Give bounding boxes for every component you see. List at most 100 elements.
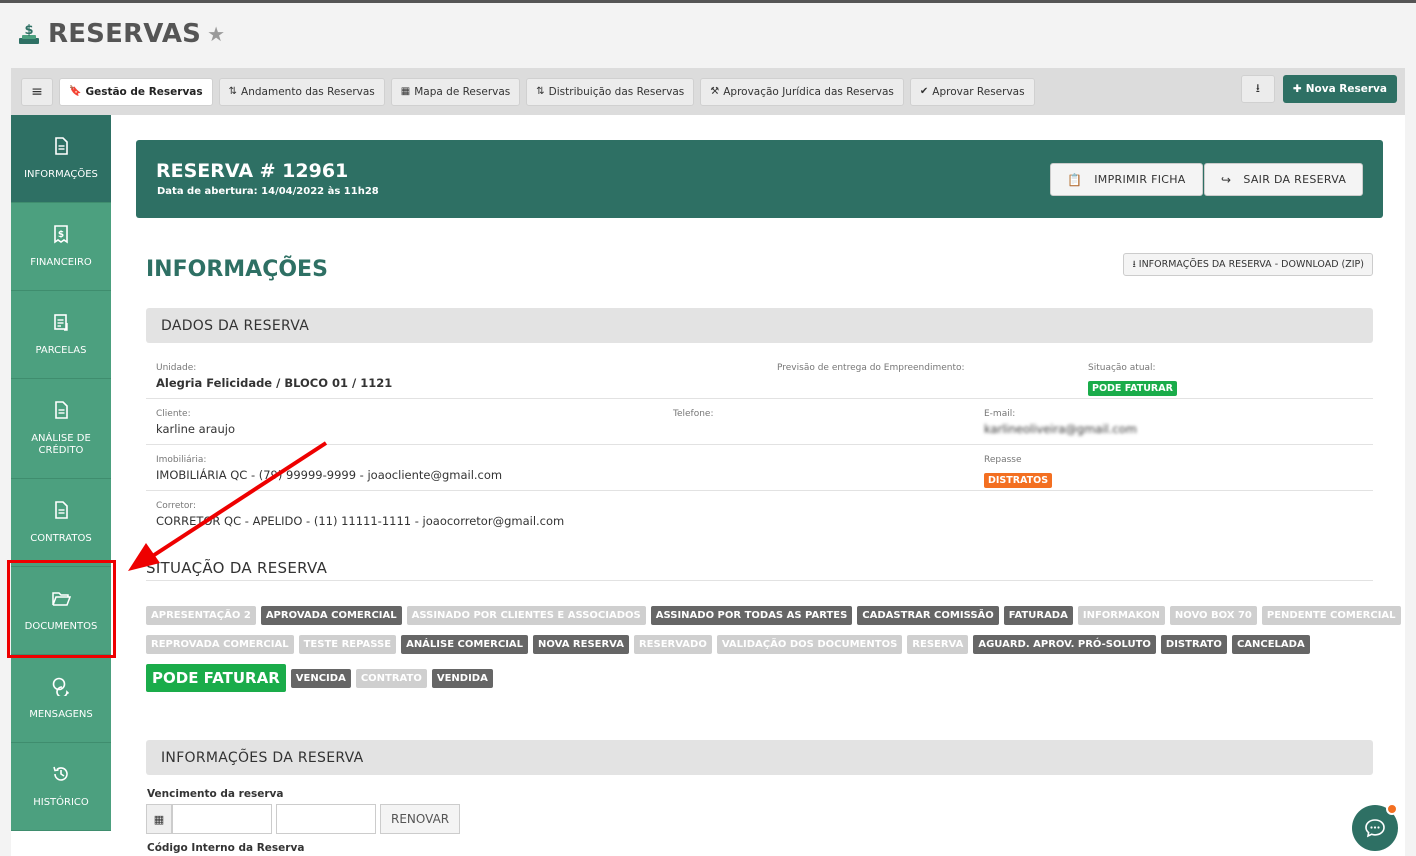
status-badge[interactable]: REPROVADA COMERCIAL (146, 635, 294, 654)
chat-icon (51, 676, 71, 709)
info-row: Corretor: CORRETOR QC - APELIDO - (11) 11… (146, 491, 1373, 537)
sort-icon: ⇅ (228, 86, 238, 97)
download-button[interactable]: ⭳ (1240, 75, 1275, 103)
sidebar-item-mensagens[interactable]: MENSAGENS (11, 655, 111, 743)
menu-toggle-button[interactable]: ≡ (21, 77, 53, 106)
tab-0[interactable]: 🔖 Gestão de Reservas (59, 77, 213, 106)
status-badge[interactable]: PENDENTE COMERCIAL (1261, 606, 1401, 625)
renovar-button[interactable]: RENOVAR (380, 804, 461, 834)
info-reserva-panel-header: INFORMAÇÕES DA RESERVA (146, 740, 1373, 775)
status-badge[interactable]: APRESENTAÇÃO 2 (146, 606, 256, 625)
notification-dot (1386, 803, 1398, 815)
check-icon: ✔ (919, 86, 929, 97)
exit-reserva-label: SAIR DA RESERVA (1243, 173, 1347, 186)
sidebar-item-informa-es[interactable]: INFORMAÇÕES (11, 115, 111, 203)
tab-5[interactable]: ✔ Aprovar Reservas (909, 77, 1035, 106)
imobiliaria-label: Imobiliária: (156, 455, 207, 465)
status-badge[interactable]: APROVADA COMERCIAL (260, 606, 402, 625)
favorite-star-icon[interactable]: ★ (207, 22, 225, 46)
info-row: Unidade: Alegria Felicidade / BLOCO 01 / … (146, 353, 1373, 399)
sidebar-item-financeiro[interactable]: $ FINANCEIRO (11, 203, 111, 291)
sidebar-item-parcelas[interactable]: PARCELAS (11, 291, 111, 379)
map-icon: ▦ (400, 86, 411, 97)
page-title: RESERVAS (48, 19, 202, 49)
status-badge[interactable]: CADASTRAR COMISSÃO (857, 606, 999, 625)
status-badge[interactable]: RESERVADO (633, 635, 712, 654)
reserva-title: RESERVA # 12961 (156, 160, 349, 182)
documentos-highlight-box (7, 560, 116, 658)
reserva-header: RESERVA # 12961 Data de abertura: 14/04/… (136, 140, 1383, 218)
tab-1[interactable]: ⇅ Andamento das Reservas (218, 77, 385, 106)
cliente-value: karline araujo (156, 422, 235, 436)
chat-icon (1365, 819, 1385, 838)
status-badge[interactable]: VENCIDA (290, 668, 351, 688)
sidebar-item-label: ANÁLISE DE CRÉDITO (31, 433, 91, 456)
corretor-label: Corretor: (156, 501, 196, 511)
status-badge[interactable]: ASSINADO POR TODAS AS PARTES (650, 606, 853, 625)
status-row: APRESENTAÇÃO 2 APROVADA COMERCIAL ASSINADO… (146, 606, 1401, 625)
tab-label: Aprovação Jurídica das Reservas (723, 85, 894, 98)
status-badge[interactable]: TESTE REPASSE (298, 635, 397, 654)
new-reserva-button[interactable]: ✚ Nova Reserva (1282, 75, 1397, 103)
status-badge[interactable]: VALIDAÇÃO DOS DOCUMENTOS (716, 635, 903, 654)
sidebar-item-label: CONTRATOS (30, 533, 92, 544)
download-icon: ⭳ (1132, 258, 1136, 270)
tab-label: Distribuição das Reservas (548, 85, 685, 98)
tab-2[interactable]: ▦ Mapa de Reservas (390, 77, 521, 106)
status-badge[interactable]: VENDIDA (431, 668, 493, 688)
status-badge[interactable]: ANÁLISE COMERCIAL (401, 635, 529, 654)
hamburger-icon: ≡ (31, 83, 43, 100)
sidebar-item-an-lise-de-cr-dito[interactable]: ANÁLISE DE CRÉDITO (11, 379, 111, 479)
info-row: Cliente: karline araujo Telefone: E-mail:… (146, 399, 1373, 445)
vencimento-date-input[interactable] (172, 804, 272, 834)
tab-4[interactable]: ⚒ Aprovação Jurídica das Reservas (700, 77, 904, 106)
print-ficha-label: IMPRIMIR FICHA (1094, 173, 1186, 186)
status-badge[interactable]: INFORMAKON (1077, 606, 1165, 625)
status-badge[interactable]: ASSINADO POR CLIENTES E ASSOCIADOS (406, 606, 646, 625)
info-row: Imobiliária: IMOBILIÁRIA QC - (79) 99999-… (146, 445, 1373, 491)
situacao-title: SITUAÇÃO DA RESERVA (146, 559, 1373, 581)
tabs: 🔖 Gestão de Reservas ⇅ Andamento das Reserv… (59, 77, 1041, 106)
installments-icon (51, 312, 71, 345)
vencimento-label: Vencimento da reserva (147, 788, 284, 800)
status-badge[interactable]: DISTRATO (1160, 635, 1227, 654)
sidebar-item-contratos[interactable]: CONTRATOS (11, 479, 111, 567)
sidebar: INFORMAÇÕES $ FINANCEIRO PARCELAS ANÁLISE DE… (11, 115, 111, 831)
status-badge[interactable]: PODE FATURAR (146, 664, 286, 692)
new-reserva-label: Nova Reserva (1305, 83, 1387, 95)
status-badge[interactable]: RESERVA (907, 635, 969, 654)
email-value: karlineoliveira@gmail.com (984, 422, 1137, 436)
document-icon (51, 500, 71, 533)
document-icon (51, 400, 71, 433)
download-icon: ⭳ (1255, 80, 1260, 95)
sidebar-item-label: PARCELAS (35, 345, 87, 356)
codigo-interno-label: Código Interno da Reserva (147, 842, 305, 854)
unidade-value: Alegria Felicidade / BLOCO 01 / 1121 (156, 376, 393, 390)
status-badge[interactable]: FATURADA (1003, 606, 1073, 625)
print-ficha-button[interactable]: 📋 IMPRIMIR FICHA (1050, 163, 1203, 196)
repasse-badge: DISTRATOS (984, 473, 1053, 488)
calendar-icon[interactable]: ▦ (146, 804, 172, 834)
imobiliaria-value: IMOBILIÁRIA QC - (79) 99999-9999 - joaoc… (156, 468, 503, 482)
download-zip-label: INFORMAÇÕES DA RESERVA - DOWNLOAD (ZIP) (1138, 259, 1364, 270)
previsao-label: Previsão de entrega do Empreendimento: (777, 363, 965, 373)
unidade-label: Unidade: (156, 363, 197, 373)
clipboard-icon: 📋 (1067, 172, 1083, 187)
status-badge[interactable]: CANCELADA (1231, 635, 1310, 654)
sidebar-item-label: HISTÓRICO (33, 797, 89, 808)
gavel-icon: ⚒ (710, 86, 720, 97)
status-badge[interactable]: NOVA RESERVA (533, 635, 629, 654)
exit-reserva-button[interactable]: ↪ SAIR DA RESERVA (1204, 163, 1364, 196)
finance-icon: $ (51, 224, 71, 257)
status-row: PODE FATURAR VENCIDA CONTRATO VENDIDA (146, 664, 1373, 692)
main-content: RESERVA # 12961 Data de abertura: 14/04/… (136, 140, 1401, 856)
status-badge[interactable]: AGUARD. APROV. PRÓ-SOLUTO (973, 635, 1156, 654)
dados-reserva-panel-header: DADOS DA RESERVA (146, 308, 1373, 343)
tab-3[interactable]: ⇅ Distribuição das Reservas (526, 77, 695, 106)
status-badge[interactable]: NOVO BOX 70 (1169, 606, 1257, 625)
sidebar-item-hist-rico[interactable]: HISTÓRICO (11, 743, 111, 831)
sidebar-item-label: FINANCEIRO (30, 257, 92, 268)
download-zip-button[interactable]: ⭳ INFORMAÇÕES DA RESERVA - DOWNLOAD (ZIP) (1123, 253, 1373, 276)
vencimento-time-input[interactable] (276, 804, 376, 834)
status-badge[interactable]: CONTRATO (355, 668, 427, 688)
